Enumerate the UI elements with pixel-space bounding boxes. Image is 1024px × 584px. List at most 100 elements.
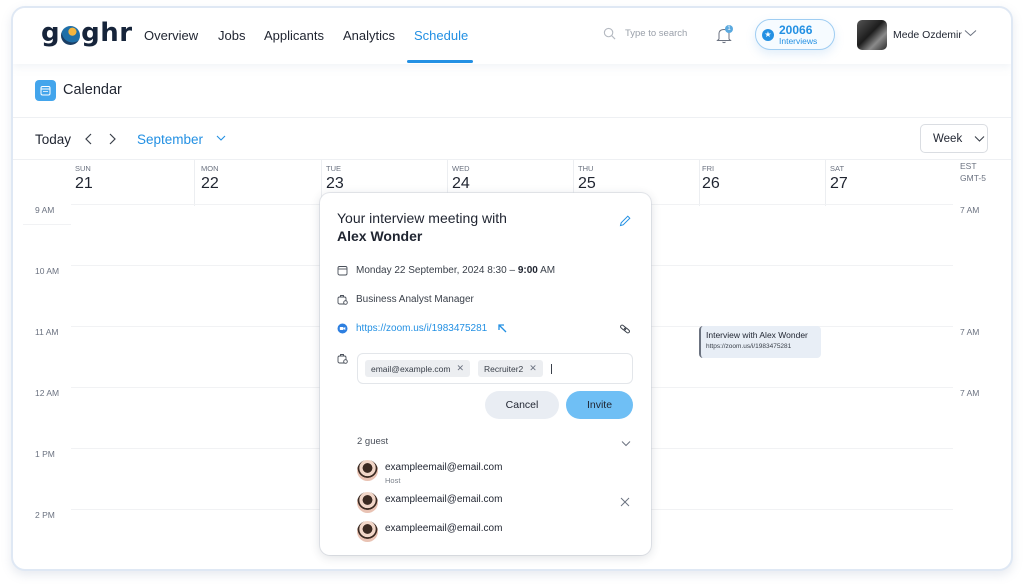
event-title: Interview with Alex Wonder (706, 330, 808, 340)
day-header[interactable]: FRI 26 (700, 160, 826, 206)
guest-email: exampleemail@email.com (385, 523, 503, 534)
day-header[interactable]: MON 22 (197, 160, 322, 206)
guest-item[interactable]: exampleemail@email.com Host (357, 460, 502, 485)
meeting-start: 8:30 (487, 265, 507, 276)
user-avatar[interactable] (857, 20, 887, 50)
event-details-popover: Your interview meeting with Alex Wonder … (320, 193, 651, 555)
day-of-week: SUN (75, 164, 91, 173)
pencil-icon[interactable] (618, 214, 632, 228)
nav-schedule[interactable]: Schedule (414, 28, 468, 43)
candidate-name: Alex Wonder (337, 228, 423, 244)
page-title: Calendar (63, 82, 122, 98)
timezone-offset: GMT-5 (960, 173, 986, 183)
close-icon[interactable] (620, 497, 630, 507)
user-name[interactable]: Mede Ozdemir (893, 29, 962, 41)
guest-item[interactable]: exampleemail@email.com (357, 492, 502, 513)
hour-label: 9 AM (35, 205, 55, 215)
external-link-icon[interactable] (497, 323, 508, 334)
calendar-icon (35, 80, 56, 101)
calendar-event[interactable]: Interview with Alex Wonder https://zoom.… (699, 326, 821, 358)
nav-overview[interactable]: Overview (144, 28, 198, 43)
day-number: 24 (452, 175, 470, 192)
day-number: 26 (702, 175, 720, 192)
search-placeholder: Type to search (625, 28, 688, 39)
email-chip: email@example.com ✕ (365, 360, 471, 377)
remove-chip-icon[interactable]: ✕ (457, 363, 465, 374)
remove-chip-icon[interactable]: ✕ (529, 363, 537, 374)
today-button[interactable]: Today (35, 132, 71, 147)
nav-applicants[interactable]: Applicants (264, 28, 324, 43)
day-header[interactable]: SAT 27 (826, 160, 954, 206)
day-number: 25 (578, 175, 596, 192)
job-position: Business Analyst Manager (356, 294, 474, 305)
chip-label: Recruiter2 (484, 363, 524, 374)
grid-line (23, 224, 71, 225)
interviews-label: Interviews (779, 35, 818, 46)
video-icon (337, 323, 348, 334)
hour-label: 1 PM (35, 449, 55, 459)
star-icon: ★ (762, 28, 774, 41)
meeting-ampm: AM (540, 265, 556, 276)
day-number: 21 (75, 175, 93, 192)
event-link: https://zoom.us/i/1983475281 (706, 343, 792, 350)
meeting-date: Monday 22 September, 2024 (356, 265, 485, 276)
guest-avatar (357, 521, 378, 542)
chevron-down-icon (974, 135, 985, 142)
timezone-label: EST GMT-5 (960, 160, 986, 184)
email-chip: Recruiter2 ✕ (478, 360, 543, 377)
guest-avatar (357, 460, 378, 481)
day-header[interactable]: SUN 21 (73, 160, 195, 206)
calendar-icon (337, 266, 348, 276)
day-number: 22 (201, 175, 219, 192)
position-row: Business Analyst Manager (337, 294, 474, 305)
hour-label-secondary: 7 AM (960, 327, 980, 337)
day-number: 23 (326, 175, 344, 192)
chevron-down-icon[interactable] (216, 134, 226, 142)
chevron-down-icon[interactable] (964, 28, 977, 38)
hour-label-secondary: 7 AM (960, 388, 980, 398)
view-selector[interactable]: Week (920, 124, 988, 153)
active-tab-indicator (407, 60, 473, 63)
text-cursor (550, 363, 552, 374)
hour-label-secondary: 7 AM (960, 205, 980, 215)
briefcase-icon (337, 295, 348, 305)
chevron-down-icon[interactable] (621, 440, 631, 447)
briefcase-icon (337, 354, 348, 364)
day-of-week: MON (201, 164, 219, 173)
chevron-right-icon[interactable] (106, 131, 118, 147)
hour-label: 12 AM (35, 388, 60, 398)
guest-item[interactable]: exampleemail@email.com (357, 521, 502, 542)
top-navigation: g ghr Overview Jobs Applicants Analytics… (13, 8, 1011, 64)
day-of-week: THU (578, 164, 594, 173)
search-icon (603, 27, 616, 40)
day-of-week: TUE (326, 164, 341, 173)
meeting-end: 9:00 (517, 265, 538, 276)
day-of-week: WED (452, 164, 470, 173)
day-of-week: SAT (830, 164, 845, 173)
guest-avatar (357, 492, 378, 513)
search-input[interactable]: Type to search (603, 27, 687, 40)
hour-label: 11 AM (35, 327, 59, 337)
interviews-counter[interactable]: ★ 20066 Interviews (755, 19, 835, 50)
copy-link-icon[interactable] (619, 323, 631, 335)
timezone-abbr: EST (960, 161, 977, 171)
chevron-left-icon[interactable] (83, 131, 95, 147)
logo[interactable]: g ghr (41, 18, 133, 48)
time-separator: – (506, 265, 518, 276)
guest-email: exampleemail@email.com (385, 494, 503, 505)
month-selector[interactable]: September (137, 132, 203, 147)
invite-email-input[interactable]: email@example.com ✕ Recruiter2 ✕ (357, 353, 633, 384)
zoom-link[interactable]: https://zoom.us/i/1983475281 (356, 323, 487, 334)
guest-email: exampleemail@email.com (385, 462, 503, 473)
globe-icon (61, 25, 81, 45)
app-window: g ghr Overview Jobs Applicants Analytics… (11, 6, 1013, 571)
cancel-button[interactable]: Cancel (485, 391, 559, 419)
interviews-count: 20066 (779, 22, 813, 37)
hour-label: 10 AM (35, 266, 60, 276)
day-number: 27 (830, 175, 848, 192)
zoom-row: https://zoom.us/i/1983475281 (337, 323, 508, 334)
chip-label: email@example.com (371, 363, 451, 374)
nav-jobs[interactable]: Jobs (218, 28, 245, 43)
nav-analytics[interactable]: Analytics (343, 28, 395, 43)
invite-button[interactable]: Invite (566, 391, 633, 419)
